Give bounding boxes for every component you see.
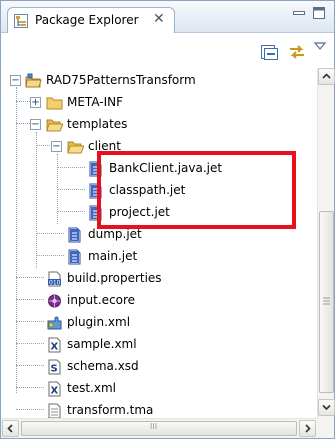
tree-item-label: dump.jet	[88, 227, 142, 241]
tab-title: Package Explorer	[35, 13, 139, 27]
tree-item-main-jet[interactable]: main.jet	[5, 246, 317, 268]
file-icon	[89, 161, 102, 177]
tree-item-label: schema.xsd	[67, 359, 139, 373]
package-explorer-view: Package Explorer ✕ − RAD75PatternsTransf…	[0, 0, 335, 439]
folder-icon	[46, 97, 63, 110]
scroll-grip: III	[150, 422, 158, 431]
xml-file-icon: X	[48, 337, 61, 353]
tree-item-plugin-xml[interactable]: plugin.xml	[5, 312, 317, 334]
tree-item-label: test.xml	[67, 381, 116, 395]
properties-file-icon: 010	[48, 271, 61, 287]
horizontal-scroll-thumb[interactable]: III	[21, 421, 297, 436]
scrollbar-corner	[317, 418, 334, 438]
ecore-icon	[48, 294, 61, 308]
collapse-toggle[interactable]: −	[51, 141, 62, 152]
xml-file-icon: X	[48, 381, 61, 397]
project-tree: − RAD75PatternsTransform + META-INF − te…	[5, 68, 317, 418]
tree-item-label: META-INF	[67, 95, 124, 109]
tree-item-label: plugin.xml	[67, 315, 131, 329]
svg-text:S: S	[51, 364, 58, 375]
tree-item-templates[interactable]: − templates	[5, 114, 317, 136]
svg-text:X: X	[51, 386, 59, 397]
vertical-scrollbar[interactable]	[317, 68, 335, 418]
schema-file-icon: S	[48, 359, 61, 375]
chevron-up-icon	[322, 73, 331, 79]
tree-item-label: templates	[67, 117, 128, 131]
chevron-down-icon	[322, 404, 331, 411]
file-icon	[68, 227, 81, 243]
plugin-icon	[47, 316, 62, 330]
tree-item-client[interactable]: − client	[5, 136, 317, 158]
scroll-down-button[interactable]	[318, 399, 335, 416]
svg-text:010: 010	[49, 280, 61, 287]
tree-item-label: classpath.jet	[109, 183, 186, 197]
chevron-left-icon	[7, 424, 13, 433]
tree-item-label: RAD75PatternsTransform	[46, 73, 196, 87]
tree-item-transform-tma[interactable]: transform.tma	[5, 400, 317, 418]
tree-item-project-jet[interactable]: project.jet	[5, 202, 317, 224]
maximize-icon[interactable]	[312, 6, 326, 20]
tree-item-classpath-jet[interactable]: classpath.jet	[5, 180, 317, 202]
collapse-all-icon[interactable]	[259, 43, 279, 61]
tree-item-input-ecore[interactable]: input.ecore	[5, 290, 317, 312]
tree-item-label: BankClient.java.jet	[109, 161, 223, 175]
view-toolbar	[1, 34, 334, 68]
minimize-icon[interactable]	[292, 6, 306, 20]
horizontal-scrollbar[interactable]: III	[1, 418, 317, 438]
file-icon	[48, 403, 61, 418]
tree-item-test-xml[interactable]: X test.xml	[5, 378, 317, 400]
tree-item-project[interactable]: − RAD75PatternsTransform	[5, 70, 317, 92]
folder-open-icon	[67, 141, 84, 154]
tree-item-label: client	[88, 139, 121, 153]
vertical-scroll-thumb[interactable]	[319, 211, 334, 393]
svg-text:X: X	[51, 342, 59, 353]
tree-item-meta-inf[interactable]: + META-INF	[5, 92, 317, 114]
expand-toggle[interactable]: +	[30, 97, 41, 108]
tree-item-label: input.ecore	[67, 293, 136, 307]
file-icon	[89, 183, 102, 199]
chevron-right-icon	[305, 424, 311, 433]
project-icon	[25, 73, 42, 88]
file-icon	[89, 205, 102, 221]
tree-item-label: main.jet	[88, 249, 138, 263]
collapse-toggle[interactable]: −	[10, 75, 21, 86]
tree-item-sample-xml[interactable]: X sample.xml	[5, 334, 317, 356]
tree-item-label: sample.xml	[67, 337, 137, 351]
collapse-toggle[interactable]: −	[30, 119, 41, 130]
file-icon	[68, 249, 81, 265]
tree-item-dump-jet[interactable]: dump.jet	[5, 224, 317, 246]
tree-item-label: project.jet	[109, 205, 170, 219]
link-with-editor-icon[interactable]	[287, 43, 307, 61]
grip-icon	[323, 297, 330, 305]
window-controls	[292, 6, 328, 22]
tree-item-label: build.properties	[67, 271, 162, 285]
folder-open-icon	[46, 119, 63, 132]
tree-item-label: transform.tma	[67, 403, 154, 417]
package-explorer-icon	[14, 14, 28, 28]
package-explorer-tab[interactable]: Package Explorer ✕	[7, 7, 175, 33]
tree-item-build-properties[interactable]: 010 build.properties	[5, 268, 317, 290]
scroll-right-button[interactable]	[299, 420, 316, 437]
view-tab-strip: Package Explorer ✕	[1, 1, 334, 33]
tree-item-schema-xsd[interactable]: S schema.xsd	[5, 356, 317, 378]
tree-item-bankclient-jet[interactable]: BankClient.java.jet	[5, 158, 317, 180]
scroll-up-button[interactable]	[318, 68, 335, 85]
view-menu-icon[interactable]	[313, 40, 327, 52]
scroll-left-button[interactable]	[2, 420, 19, 437]
close-icon[interactable]: ✕	[153, 11, 165, 27]
